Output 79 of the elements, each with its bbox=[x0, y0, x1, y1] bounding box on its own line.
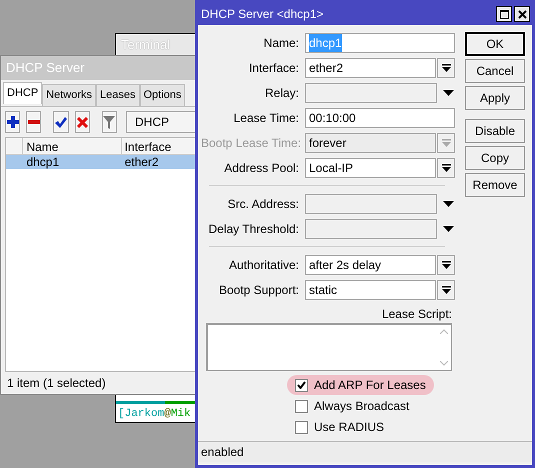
dropdown-arrow-icon bbox=[442, 286, 450, 294]
checkbox-row[interactable]: Always Broadcast bbox=[287, 396, 418, 416]
tab[interactable]: Networks bbox=[42, 84, 96, 106]
field-label: Src. Address: bbox=[226, 196, 299, 212]
status-text: 1 item (1 selected) bbox=[7, 375, 106, 392]
prompt-text: Jarkom bbox=[124, 407, 164, 422]
minus-icon bbox=[28, 120, 40, 124]
checkbox-label: Add ARP For Leases bbox=[314, 377, 426, 394]
dropdown-button[interactable] bbox=[437, 158, 455, 178]
select-field[interactable]: after 2s delay bbox=[305, 254, 436, 274]
field-value: dhcp1 bbox=[309, 34, 342, 52]
dialog-button[interactable]: OK bbox=[465, 32, 525, 56]
select-field[interactable]: static bbox=[305, 280, 436, 300]
close-icon[interactable] bbox=[514, 6, 530, 22]
filter-button[interactable] bbox=[102, 111, 118, 133]
checkbox-row[interactable]: Use RADIUS bbox=[287, 417, 392, 437]
field-label: Bootp Support: bbox=[218, 282, 299, 298]
lease-script-label: Lease Script: bbox=[382, 306, 452, 323]
combo-field[interactable] bbox=[305, 218, 437, 238]
x-icon bbox=[76, 116, 88, 128]
dropdown-arrow-icon bbox=[442, 64, 450, 72]
field-value: forever bbox=[309, 134, 346, 152]
dialog-button[interactable]: Apply bbox=[465, 86, 525, 110]
checkbox[interactable] bbox=[295, 378, 308, 392]
field-label: Interface: bbox=[248, 60, 299, 76]
field-label: Address Pool: bbox=[223, 160, 299, 176]
dropdown-triangle-icon[interactable] bbox=[443, 226, 454, 232]
field-value: Local-IP bbox=[309, 160, 354, 176]
field-label: Name: bbox=[262, 34, 299, 52]
prompt-text: @ bbox=[164, 407, 171, 422]
dialog-button[interactable]: Remove bbox=[465, 173, 525, 197]
field-value: static bbox=[309, 282, 338, 298]
tab[interactable]: Leases bbox=[96, 84, 140, 106]
field-value: after 2s delay bbox=[309, 256, 382, 274]
dropdown-arrow-icon bbox=[442, 164, 450, 172]
field-label: Relay: bbox=[264, 84, 299, 102]
status-text: enabled bbox=[201, 444, 244, 461]
column-header[interactable]: Name bbox=[23, 138, 122, 154]
window-title: DHCP Server <dhcp1> bbox=[201, 6, 324, 23]
checkbox[interactable] bbox=[295, 420, 308, 434]
field-value: 00:10:00 bbox=[309, 110, 356, 126]
maximize-icon[interactable] bbox=[496, 6, 512, 22]
dropdown-arrow-icon bbox=[442, 260, 450, 268]
field-value: ether2 bbox=[309, 60, 344, 76]
table-cell-text: ether2 bbox=[124, 155, 160, 169]
dropdown-button[interactable] bbox=[437, 280, 455, 300]
combo-field[interactable] bbox=[305, 82, 437, 102]
checkbox[interactable] bbox=[295, 400, 308, 412]
checkbox-label: Use RADIUS bbox=[314, 419, 384, 436]
checkmark-icon bbox=[55, 116, 67, 128]
dropdown-button[interactable] bbox=[437, 58, 455, 78]
enable-button[interactable] bbox=[53, 111, 69, 133]
select-field[interactable]: ether2 bbox=[305, 58, 436, 78]
add-button[interactable] bbox=[5, 111, 20, 133]
combo-field[interactable] bbox=[305, 194, 437, 214]
dialog-button[interactable]: Disable bbox=[465, 119, 525, 143]
checkbox-label: Always Broadcast bbox=[314, 398, 410, 415]
prompt-text: [ bbox=[118, 407, 125, 422]
dialog-button[interactable]: Cancel bbox=[465, 59, 525, 83]
dialog-button[interactable]: Copy bbox=[465, 146, 525, 170]
remove-button[interactable] bbox=[26, 111, 42, 133]
checkbox-row[interactable]: Add ARP For Leases bbox=[287, 375, 434, 395]
select-field[interactable]: Local-IP bbox=[305, 158, 436, 178]
dropdown-triangle-icon[interactable] bbox=[443, 200, 454, 206]
dropdown-arrow-icon bbox=[442, 138, 450, 146]
field-label: Authoritative: bbox=[228, 256, 299, 274]
prompt-text: Mik bbox=[170, 407, 191, 422]
tab[interactable]: DHCP bbox=[3, 82, 42, 104]
field-label: Delay Threshold: bbox=[208, 220, 299, 238]
tab[interactable]: Options bbox=[140, 84, 186, 106]
field-label: Lease Time: bbox=[232, 110, 299, 126]
plus-icon bbox=[6, 116, 19, 128]
disable-button[interactable] bbox=[74, 111, 90, 133]
dropdown-triangle-icon[interactable] bbox=[443, 90, 454, 96]
table-cell-text: dhcp1 bbox=[25, 155, 60, 169]
dropdown-button[interactable] bbox=[437, 254, 455, 274]
lease-script-textarea[interactable] bbox=[206, 323, 452, 371]
text-field[interactable]: 00:10:00 bbox=[305, 108, 455, 128]
close-x-icon bbox=[518, 10, 526, 18]
